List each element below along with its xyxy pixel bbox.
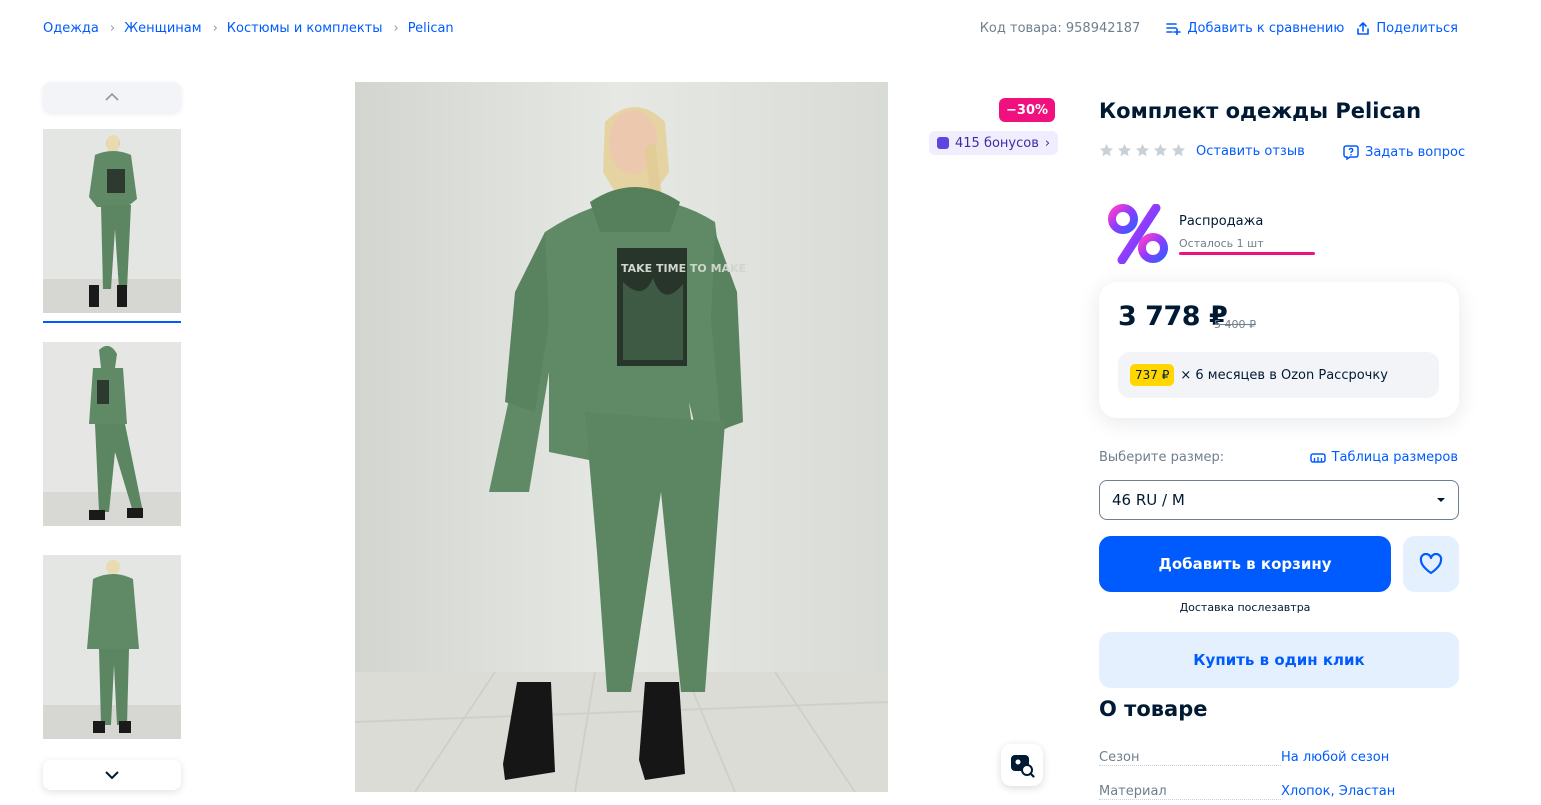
thumbnail-back[interactable]	[43, 555, 181, 739]
bonus-badge[interactable]: 415 бонусов ›	[929, 131, 1059, 155]
installment-offer[interactable]: 737 ₽ × 6 месяцев в Ozon Рассрочку	[1118, 352, 1439, 398]
product-main-photo[interactable]: TAKE TIME TO MAKE	[355, 82, 888, 792]
price-current: 3 778 ₽	[1118, 301, 1228, 332]
compare-icon	[1166, 23, 1182, 35]
sale-title: Распродажа	[1179, 214, 1264, 229]
spec-row-season: Сезон На любой сезон	[1099, 750, 1459, 768]
spec-value-link[interactable]: На любой сезон	[1281, 750, 1389, 765]
favorite-button[interactable]	[1403, 536, 1459, 592]
spec-value-link[interactable]: Хлопок, Эластан	[1281, 784, 1395, 799]
rating-stars	[1099, 143, 1189, 158]
discount-badge: −30%	[999, 98, 1056, 122]
add-to-cart-button[interactable]: Добавить в корзину	[1099, 536, 1391, 592]
top-links: Код товара: 958942187 Добавить к сравнен…	[980, 21, 1458, 36]
star-icon	[1135, 143, 1150, 157]
price-old: 5 400 ₽	[1214, 318, 1256, 331]
spec-row-material: Материал Хлопок, Эластан	[1099, 784, 1459, 802]
thumbnail-side-image	[43, 342, 181, 526]
ruler-icon	[1309, 452, 1326, 463]
sale-stock-bar	[1179, 252, 1315, 255]
size-label: Выберите размер:	[1099, 450, 1225, 465]
delivery-prefix: Доставка	[1179, 601, 1234, 614]
installment-text: × 6 месяцев в Ozon Рассрочку	[1180, 367, 1388, 383]
breadcrumb-item-suits[interactable]: Костюмы и комплекты	[227, 21, 383, 36]
delivery-day: послезавтра	[1237, 601, 1311, 614]
star-icon	[1153, 143, 1168, 157]
lens-search-icon	[1011, 755, 1035, 778]
product-sku: Код товара: 958942187	[979, 21, 1141, 36]
compare-link[interactable]: Добавить к сравнению	[1166, 21, 1344, 36]
leave-review-link[interactable]: Оставить отзыв	[1196, 144, 1305, 159]
compare-label: Добавить к сравнению	[1187, 21, 1345, 36]
thumbnail-back-image	[43, 555, 181, 739]
chevron-down-icon	[105, 771, 119, 779]
share-link[interactable]: Поделиться	[1356, 21, 1458, 36]
about-product-title: О товаре	[1099, 697, 1208, 721]
breadcrumb-item-women[interactable]: Женщинам	[124, 21, 201, 36]
thumbnail-active-indicator	[43, 321, 181, 323]
sale-block: Распродажа Осталось 1 шт	[1108, 204, 1318, 264]
ask-question-label: Задать вопрос	[1365, 144, 1466, 160]
star-icon	[1117, 143, 1132, 157]
thumbnail-front[interactable]	[43, 129, 181, 313]
thumbnail-side[interactable]	[43, 342, 181, 526]
question-icon	[1343, 145, 1359, 160]
chevron-right-icon: ›	[393, 21, 399, 36]
bonus-coin-icon	[937, 137, 949, 149]
breadcrumb-item-clothing[interactable]: Одежда	[43, 21, 99, 36]
share-icon	[1357, 21, 1370, 35]
buy-one-click-button[interactable]: Купить в один клик	[1099, 632, 1459, 688]
thumbnail-front-image	[43, 129, 181, 313]
price-card: 3 778 ₽ 5 400 ₽ 737 ₽ × 6 месяцев в Ozon…	[1099, 282, 1459, 418]
size-table-link[interactable]: Таблица размеров	[1309, 450, 1458, 465]
delivery-info: Доставка послезавтра	[1099, 601, 1391, 614]
size-selected-value: 46 RU / M	[1112, 491, 1185, 509]
breadcrumb-item-brand[interactable]: Pelican	[408, 21, 454, 36]
chevron-up-icon	[105, 93, 119, 101]
share-label: Поделиться	[1376, 21, 1458, 36]
visual-search-button[interactable]	[1001, 744, 1043, 786]
star-icon	[1099, 143, 1114, 157]
star-icon	[1171, 143, 1186, 157]
product-photo-illustration: TAKE TIME TO MAKE	[355, 82, 888, 792]
size-table-label: Таблица размеров	[1331, 450, 1458, 465]
heart-icon	[1419, 553, 1443, 575]
percent-icon	[1108, 204, 1168, 264]
dropdown-triangle-icon	[1437, 498, 1445, 502]
chevron-right-icon: ›	[212, 21, 218, 36]
hoodie-print-text: TAKE TIME TO MAKE	[621, 262, 746, 275]
size-select[interactable]: 46 RU / M	[1099, 480, 1459, 520]
spec-key: Материал	[1099, 784, 1281, 800]
installment-amount: 737 ₽	[1130, 364, 1175, 386]
chevron-right-icon: ›	[1044, 135, 1051, 151]
thumbs-scroll-down-button[interactable]	[43, 760, 181, 790]
ask-question-link[interactable]: Задать вопрос	[1343, 144, 1465, 160]
spec-key: Сезон	[1099, 750, 1281, 766]
bonus-label: 415 бонусов	[955, 135, 1039, 151]
thumbs-scroll-up-button[interactable]	[43, 82, 181, 112]
breadcrumb: Одежда › Женщинам › Костюмы и комплекты …	[43, 21, 454, 36]
chevron-right-icon: ›	[109, 21, 116, 36]
product-title: Комплект одежды Pelican	[1099, 99, 1422, 123]
sale-stock-left: Осталось 1 шт	[1179, 237, 1264, 250]
